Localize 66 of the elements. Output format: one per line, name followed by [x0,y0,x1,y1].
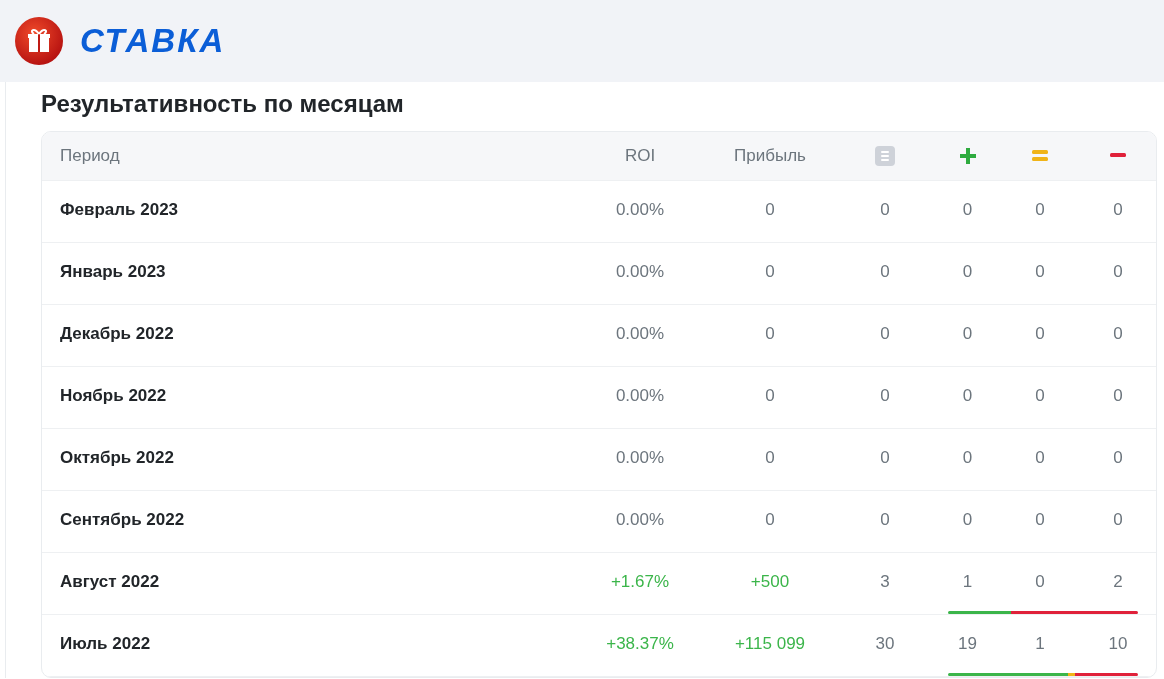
column-header: ROI [623,145,657,168]
roi-cell-text: 0.00% [614,385,666,408]
count-cell-text: 0 [1112,509,1124,532]
profit-cell-text: +115 099 [733,633,807,656]
profit-cell-text: 0 [764,385,776,408]
equals-icon [1032,149,1048,162]
profit-cell-text: 0 [764,447,776,470]
count-cell-text: 10 [1107,633,1129,656]
count-cell-text: 0 [879,509,891,532]
count-cell-text: 0 [879,323,891,346]
count-cell-text: 0 [961,509,974,532]
profit-cell-text: 0 [764,199,776,222]
count-cell-text: 0 [1112,199,1124,222]
roi-cell-text: 0.00% [614,509,666,532]
count-cell-text: 0 [879,447,891,470]
roi-cell-text: +1.67% [609,571,671,594]
profit-cell-text: 0 [764,261,776,284]
count-cell-text: 0 [1112,447,1124,470]
count-cell-text: 30 [874,633,896,656]
count-cell-text: 19 [957,633,978,656]
count-cell-text: 2 [1112,571,1124,594]
count-cell-text: 0 [1034,261,1046,284]
count-cell-text: 0 [1034,323,1046,346]
count-cell-text: 1 [961,571,974,594]
roi-cell-text: 0.00% [614,261,666,284]
count-cell-text: 0 [1112,385,1124,408]
period-cell-text: Июль 2022 [59,633,152,656]
count-cell-text: 0 [879,199,891,222]
period-cell-text: Январь 2023 [59,261,167,284]
count-cell-text: 0 [961,385,974,408]
count-cell-text: 0 [1034,385,1046,408]
count-cell-text: 3 [879,571,891,594]
profit-cell-text: 0 [764,323,776,346]
count-cell-text: 0 [1112,261,1124,284]
gift-ball-icon [14,16,64,66]
page-title: Результативность по месяцам [41,89,405,119]
list-icon [875,145,895,166]
period-cell-text: Август 2022 [59,571,161,594]
period-cell-text: Октябрь 2022 [59,447,175,470]
period-cell-text: Февраль 2023 [59,199,180,222]
count-cell-text: 0 [961,199,974,222]
count-cell-text: 0 [961,447,974,470]
roi-cell-text: 0.00% [614,323,666,346]
profit-cell-text: +500 [749,571,791,594]
count-cell-text: 0 [879,261,891,284]
count-cell-text: 0 [961,261,974,284]
count-cell-text: 0 [1112,323,1124,346]
count-cell-text: 1 [1034,633,1046,656]
period-cell-text: Декабрь 2022 [59,323,175,346]
column-header: Прибыль [733,145,807,168]
count-cell-text: 0 [879,385,891,408]
period-cell-text: Ноябрь 2022 [59,385,168,408]
roi-cell-text: +38.37% [605,633,675,656]
period-cell-text: Сентябрь 2022 [59,509,186,532]
roi-cell-text: 0.00% [614,447,666,470]
minus-icon [1110,153,1126,159]
count-cell-text: 0 [1034,509,1046,532]
count-cell-text: 0 [961,323,974,346]
plus-icon [959,147,976,164]
roi-cell-text: 0.00% [614,199,666,222]
column-header: Период [59,145,121,168]
count-cell-text: 0 [1034,199,1046,222]
count-cell-text: 0 [1034,447,1046,470]
count-cell-text: 0 [1034,571,1046,594]
profit-cell-text: 0 [764,509,776,532]
logo-text[interactable]: СТАВКА [80,16,226,66]
